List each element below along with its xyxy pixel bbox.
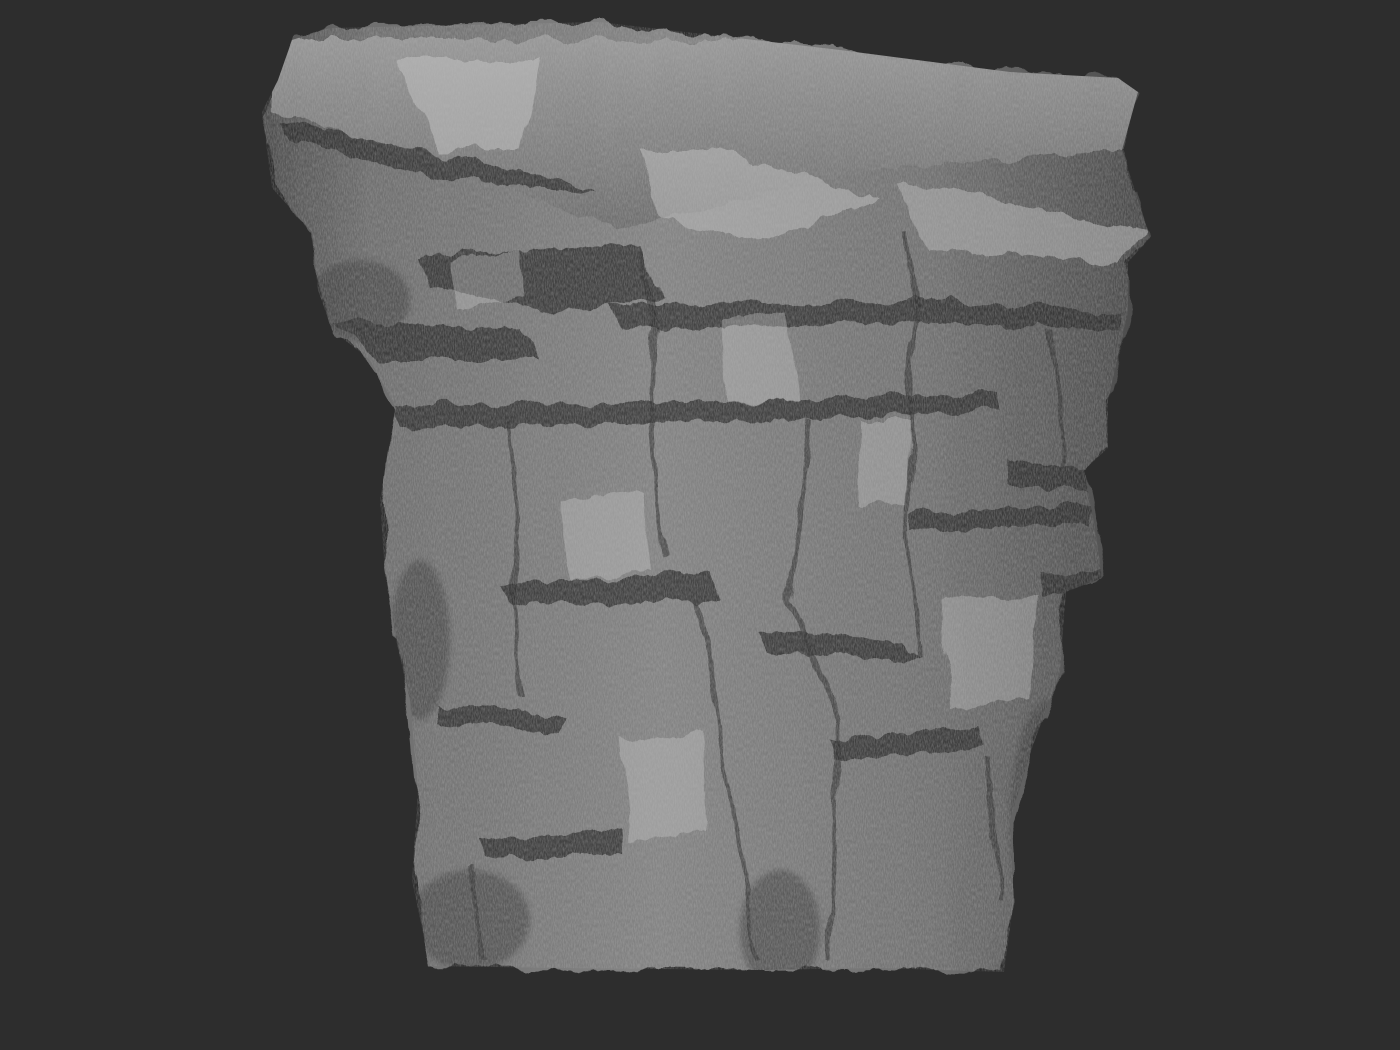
rock-sculpt-model	[262, 22, 1150, 972]
3d-viewport[interactable]	[0, 0, 1400, 1050]
